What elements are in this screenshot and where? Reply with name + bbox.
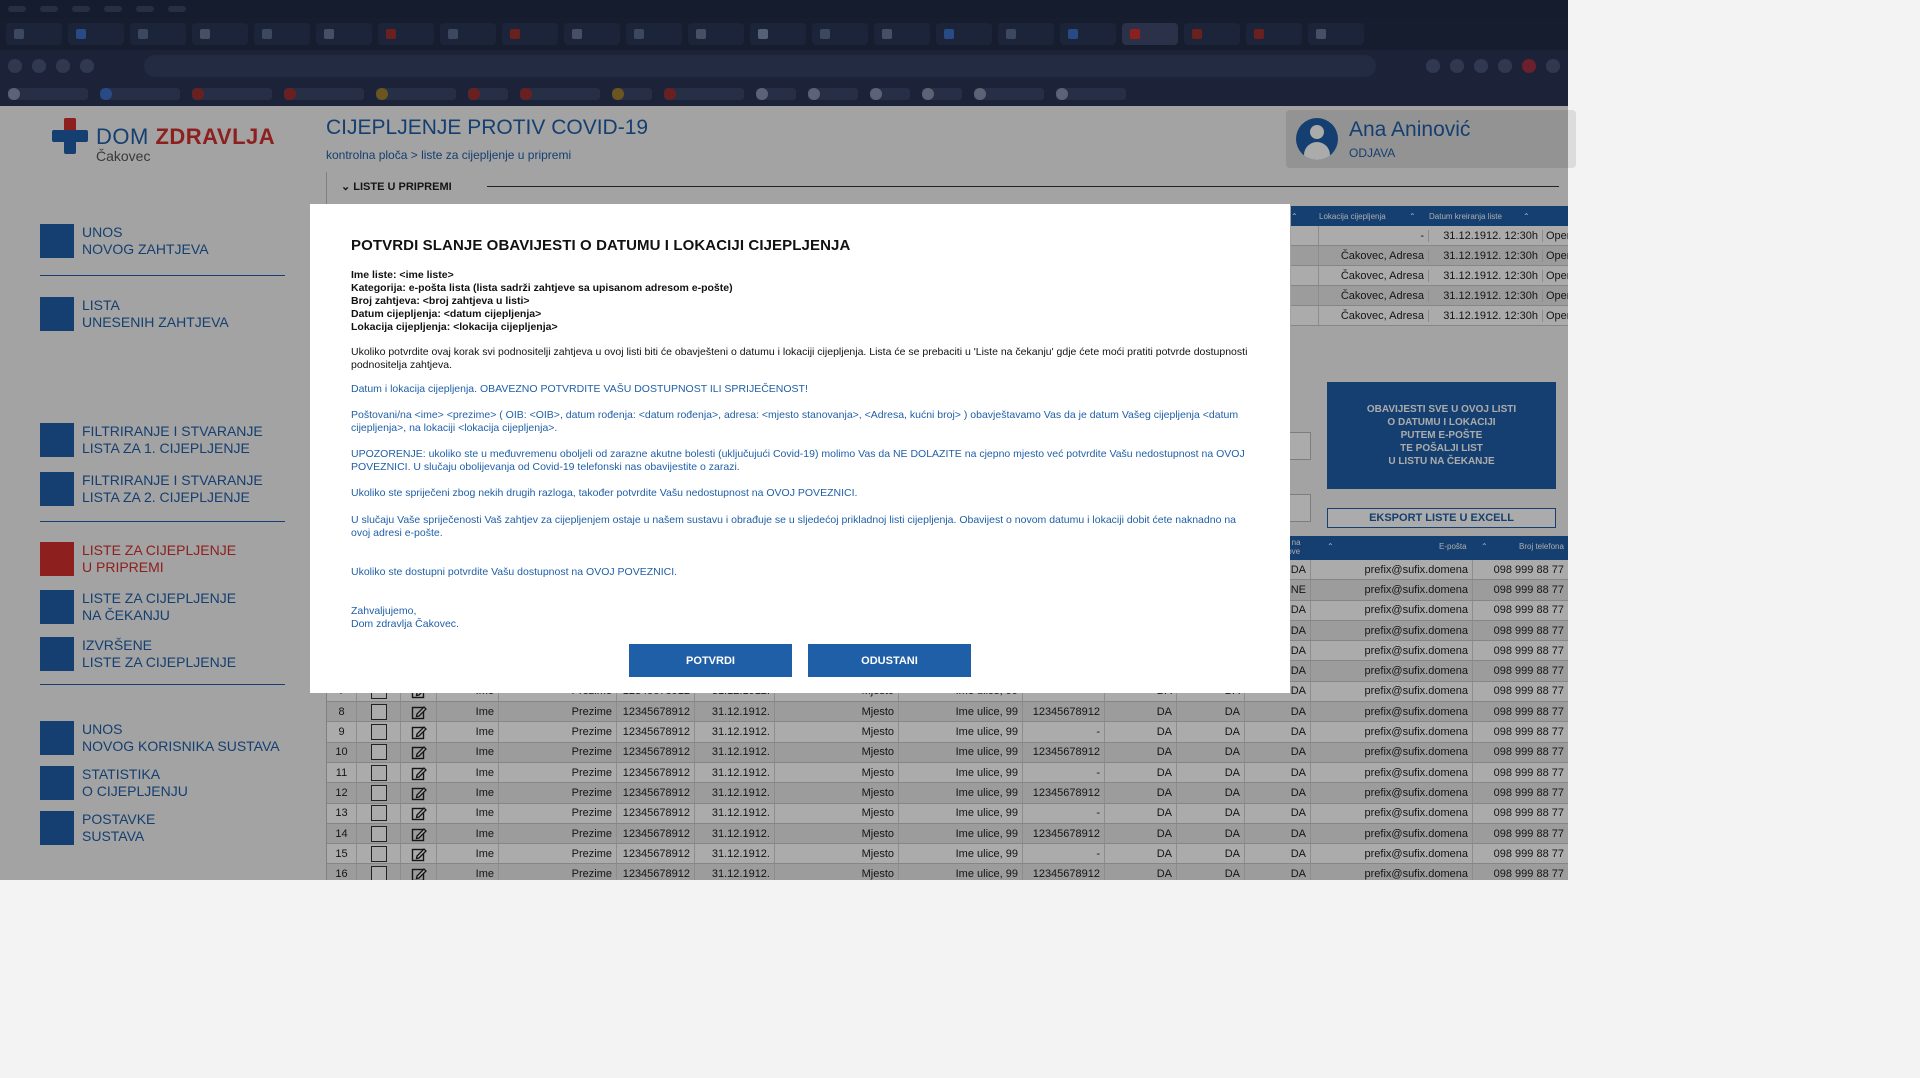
signature-line: Zahvaljujemo, <box>351 605 417 617</box>
info-date: Datum cijepljenja: <datum cijepljenja> <box>351 308 542 320</box>
email-preview-headline: Datum i lokacija cijepljenja. OBAVEZNO P… <box>351 383 808 395</box>
email-preview-warning: UPOZORENJE: ukoliko ste u međuvremenu ob… <box>351 448 1245 473</box>
info-category: Kategorija: e-pošta lista (lista sadrži … <box>351 282 733 294</box>
cancel-button[interactable]: ODUSTANI <box>808 644 971 677</box>
info-list-name: Ime liste: <ime liste> <box>351 269 454 281</box>
email-preview-signature: Zahvaljujemo, Dom zdravlja Čakovec. <box>351 605 1251 631</box>
confirm-button[interactable]: POTVRDI <box>629 644 792 677</box>
list-info: Ime liste: <ime liste> Kategorija: e-poš… <box>351 269 733 334</box>
email-preview-rescheduling: U slučaju Vaše spriječenosti Vaš zahtjev… <box>351 514 1237 539</box>
info-request-count: Broj zahtjeva: <broj zahtjeva u listi> <box>351 295 530 307</box>
info-location: Lokacija cijepljenja: <lokacija cijeplje… <box>351 321 558 333</box>
dialog-intro: Ukoliko potvrdite ovaj korak svi podnosi… <box>351 346 1248 371</box>
email-preview-greeting: Poštovani/na <ime> <prezime> ( OIB: <OIB… <box>351 409 1239 434</box>
signature-line: Dom zdravlja Čakovec. <box>351 618 459 630</box>
email-preview-available: Ukoliko ste dostupni potvrdite Vašu dost… <box>351 566 678 578</box>
dialog-title: POTVRDI SLANJE OBAVIJESTI O DATUMU I LOK… <box>351 237 851 254</box>
confirm-dialog: POTVRDI SLANJE OBAVIJESTI O DATUMU I LOK… <box>310 204 1290 693</box>
email-preview-prevented: Ukoliko ste spriječeni zbog nekih drugih… <box>351 487 858 499</box>
